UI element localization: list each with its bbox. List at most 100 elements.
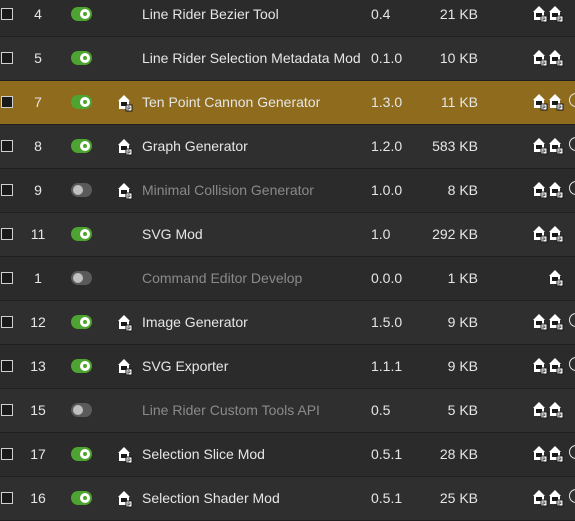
enable-toggle[interactable] <box>71 491 92 505</box>
clock-icon[interactable] <box>569 93 575 107</box>
download-icon[interactable]: P <box>549 269 564 289</box>
row-checkbox[interactable] <box>1 272 13 284</box>
mod-number: 17 <box>30 446 46 462</box>
download-icon[interactable]: P <box>533 313 548 333</box>
mod-name: SVG Mod <box>142 226 203 242</box>
row-checkbox[interactable] <box>1 492 13 504</box>
mod-version: 1.0 <box>371 226 391 242</box>
mod-name: Ten Point Cannon Generator <box>142 94 321 110</box>
download-icon[interactable]: P <box>533 49 548 69</box>
clock-icon[interactable] <box>569 489 575 503</box>
enable-toggle[interactable] <box>71 271 92 285</box>
row-checkbox[interactable] <box>1 316 13 328</box>
clock-icon[interactable] <box>569 445 575 459</box>
row-actions: PP <box>533 489 564 509</box>
mod-version: 0.0.0 <box>371 270 403 286</box>
download-icon[interactable]: P <box>549 357 564 377</box>
mod-size: 21 KB <box>439 6 478 22</box>
mod-home-icon: P <box>118 182 134 201</box>
enable-toggle[interactable] <box>71 227 92 241</box>
mod-number: 11 <box>30 226 46 242</box>
download-icon[interactable]: P <box>533 401 548 421</box>
download-icon[interactable]: P <box>533 5 548 25</box>
table-row[interactable]: 5 Line Rider Selection Metadata Mod 0.1.0 1… <box>0 37 575 81</box>
mod-number: 9 <box>34 182 42 198</box>
mod-version: 1.3.0 <box>371 94 403 110</box>
row-actions: PP <box>533 313 564 333</box>
table-row[interactable]: 8 P Graph Generator 1.2.0 583 KB P P <box>0 125 575 169</box>
table-row[interactable]: 15 Line Rider Custom Tools API 0.5 5 KB P P <box>0 389 575 433</box>
enable-toggle[interactable] <box>71 315 92 329</box>
row-actions: P <box>533 269 564 289</box>
enable-toggle[interactable] <box>71 183 92 197</box>
table-row[interactable]: 16 P Selection Shader Mod 0.5.1 25 KB P P <box>0 477 575 521</box>
download-icon[interactable]: P <box>549 181 564 201</box>
table-row[interactable]: 4 Line Rider Bezier Tool 0.4 21 KB P P <box>0 0 575 37</box>
download-icon[interactable]: P <box>549 93 564 113</box>
enable-toggle[interactable] <box>71 139 92 153</box>
enable-toggle[interactable] <box>71 447 92 461</box>
row-checkbox[interactable] <box>1 8 13 20</box>
clock-icon[interactable] <box>569 313 575 327</box>
row-actions: PP <box>533 49 564 69</box>
enable-toggle[interactable] <box>71 51 92 65</box>
mod-number: 7 <box>34 94 42 110</box>
toggle-knob <box>73 273 83 283</box>
toggle-knob <box>80 141 90 151</box>
mod-version: 1.1.1 <box>371 358 403 374</box>
mod-size: 9 KB <box>447 358 478 374</box>
download-icon[interactable]: P <box>533 225 548 245</box>
mod-number: 15 <box>30 402 46 418</box>
download-icon[interactable]: P <box>533 489 548 509</box>
table-row[interactable]: 9 P Minimal Collision Generator 1.0.0 8 KB P P <box>0 169 575 213</box>
download-icon[interactable]: P <box>533 93 548 113</box>
mod-home-icon: P <box>118 358 134 377</box>
row-checkbox[interactable] <box>1 140 13 152</box>
table-row[interactable]: 1 Command Editor Develop 0.0.0 1 KB P <box>0 257 575 301</box>
download-icon[interactable]: P <box>549 445 564 465</box>
toggle-knob <box>80 97 90 107</box>
mod-name: Selection Shader Mod <box>142 490 280 506</box>
download-icon[interactable]: P <box>533 137 548 157</box>
table-row[interactable]: 11 SVG Mod 1.0 292 KB P P <box>0 213 575 257</box>
clock-icon[interactable] <box>569 181 575 195</box>
enable-toggle[interactable] <box>71 95 92 109</box>
mod-name: Selection Slice Mod <box>142 446 265 462</box>
download-icon[interactable]: P <box>549 401 564 421</box>
mod-size: 10 KB <box>439 50 478 66</box>
enable-toggle[interactable] <box>71 359 92 373</box>
download-icon[interactable]: P <box>549 5 564 25</box>
mod-size: 1 KB <box>447 270 478 286</box>
download-icon[interactable]: P <box>533 357 548 377</box>
mod-size: 5 KB <box>447 402 478 418</box>
row-checkbox[interactable] <box>1 184 13 196</box>
row-actions: PP <box>533 181 564 201</box>
download-icon[interactable]: P <box>533 445 548 465</box>
row-checkbox[interactable] <box>1 404 13 416</box>
mod-size: 11 KB <box>440 94 478 110</box>
download-icon[interactable]: P <box>533 181 548 201</box>
table-row[interactable]: 13 P SVG Exporter 1.1.1 9 KB P P <box>0 345 575 389</box>
download-icon[interactable]: P <box>549 49 564 69</box>
clock-icon[interactable] <box>569 137 575 151</box>
table-row[interactable]: 12 P Image Generator 1.5.0 9 KB P P <box>0 301 575 345</box>
mod-version: 1.2.0 <box>371 138 403 154</box>
mod-name: Line Rider Selection Metadata Mod <box>142 50 361 66</box>
toggle-knob <box>73 185 83 195</box>
mod-size: 28 KB <box>439 446 478 462</box>
download-icon[interactable]: P <box>549 489 564 509</box>
row-checkbox[interactable] <box>1 360 13 372</box>
download-icon[interactable]: P <box>549 225 564 245</box>
enable-toggle[interactable] <box>71 403 92 417</box>
mod-version: 1.5.0 <box>371 314 403 330</box>
row-checkbox[interactable] <box>1 448 13 460</box>
enable-toggle[interactable] <box>71 7 92 21</box>
row-checkbox[interactable] <box>1 96 13 108</box>
download-icon[interactable]: P <box>549 313 564 333</box>
row-checkbox[interactable] <box>1 228 13 240</box>
clock-icon[interactable] <box>569 357 575 371</box>
table-row[interactable]: 7 P Ten Point Cannon Generator 1.3.0 11 KB P P <box>0 81 575 125</box>
row-checkbox[interactable] <box>1 52 13 64</box>
download-icon[interactable]: P <box>549 137 564 157</box>
table-row[interactable]: 17 P Selection Slice Mod 0.5.1 28 KB P P <box>0 433 575 477</box>
